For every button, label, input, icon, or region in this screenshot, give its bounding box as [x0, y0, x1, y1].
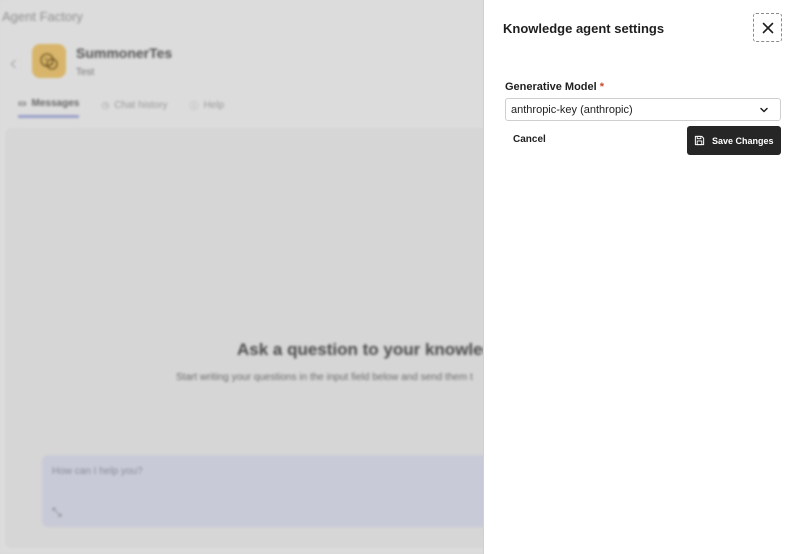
chat-input[interactable]: How can I help you? ⤡ [42, 455, 502, 527]
cookie-icon [40, 53, 58, 70]
tab-help[interactable]: ⓘ Help [190, 98, 225, 118]
generative-model-label: Generative Model * [505, 81, 604, 93]
chevron-down-icon [760, 107, 768, 113]
agent-header: SummonerTes Test [10, 44, 173, 78]
agent-avatar [32, 44, 66, 78]
save-button-label: Save Changes [712, 135, 774, 146]
tab-label: Chat history [114, 99, 168, 111]
tab-label: Help [203, 99, 225, 111]
close-button[interactable] [753, 13, 782, 42]
generative-model-select[interactable]: anthropic-key (anthropic) [505, 98, 781, 121]
app-title: Agent Factory [2, 9, 83, 24]
field-label-text: Generative Model [505, 81, 597, 93]
agent-description: Test [76, 66, 95, 78]
chevron-left-icon[interactable] [10, 59, 20, 69]
save-icon [694, 135, 705, 146]
required-marker: * [599, 81, 605, 93]
settings-panel: Knowledge agent settings Generative Mode… [483, 0, 800, 554]
cancel-button[interactable]: Cancel [513, 134, 546, 145]
tab-messages[interactable]: ▭ Messages [18, 98, 80, 118]
help-icon: ⓘ [189, 100, 199, 111]
close-icon [762, 22, 773, 33]
chat-subheading: Start writing your questions in the inpu… [176, 372, 473, 383]
tab-chat-history[interactable]: ◷ Chat history [101, 98, 167, 118]
history-icon: ◷ [101, 99, 110, 110]
agent-name: SummonerTes [76, 44, 173, 61]
chat-heading: Ask a question to your knowled [237, 340, 493, 359]
resize-icon[interactable]: ⤡ [52, 505, 62, 520]
tab-label: Messages [31, 98, 80, 109]
tab-bar: ▭ Messages ◷ Chat history ⓘ Help [18, 98, 224, 118]
message-icon: ▭ [18, 98, 27, 108]
chat-input-placeholder: How can I help you? [52, 466, 143, 477]
selected-model-value: anthropic-key (anthropic) [511, 103, 633, 116]
save-changes-button[interactable]: Save Changes [687, 126, 781, 155]
panel-title: Knowledge agent settings [503, 21, 665, 36]
